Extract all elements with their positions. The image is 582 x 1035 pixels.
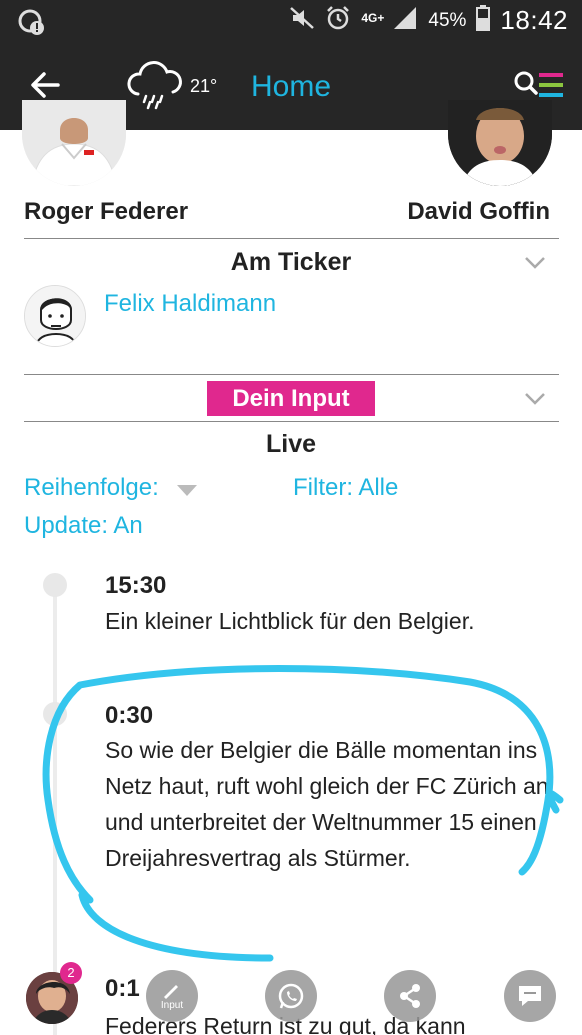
- search-menu-icon[interactable]: [513, 70, 565, 100]
- divider: [24, 238, 559, 239]
- entry-time: 0:1: [105, 975, 140, 1002]
- share-icon: [400, 984, 420, 1008]
- clock: 18:42: [500, 5, 568, 35]
- back-arrow-icon[interactable]: [28, 68, 62, 102]
- edit-icon: [164, 985, 178, 999]
- whatsapp-button[interactable]: [265, 970, 317, 1022]
- timeline-dot: [43, 573, 67, 597]
- alarm-icon: [325, 5, 351, 36]
- notification-badge: 2: [60, 962, 82, 984]
- divider: [24, 421, 559, 422]
- update-toggle[interactable]: Update: An: [24, 512, 143, 540]
- player-left-name: Roger Federer: [24, 198, 189, 225]
- input-button[interactable]: Input: [146, 970, 198, 1022]
- reporter-name[interactable]: Felix Haldimann: [104, 290, 276, 318]
- battery-percent: 45%: [428, 9, 467, 31]
- share-button[interactable]: [384, 970, 436, 1022]
- entry-text: So wie der Belgier die Bälle momentan in…: [105, 737, 549, 871]
- chevron-down-icon[interactable]: [524, 392, 546, 406]
- reporter-avatar[interactable]: [24, 285, 86, 347]
- temperature: 21°: [190, 76, 218, 96]
- rain-cloud-icon[interactable]: [126, 60, 186, 110]
- entry-time: 15:30: [105, 572, 167, 599]
- order-dropdown[interactable]: Reihenfolge:: [24, 474, 159, 502]
- signal-icon: [394, 7, 418, 34]
- dein-input-button[interactable]: Dein Input: [207, 381, 375, 416]
- page-title[interactable]: Home: [251, 70, 331, 104]
- entry-text: Ein kleiner Lichtblick für den Belgier.: [105, 608, 475, 634]
- timeline-line: [53, 585, 57, 1035]
- chevron-down-icon[interactable]: [524, 256, 546, 270]
- chat-bubble-icon: [519, 986, 541, 1006]
- network-type: 4G+: [361, 10, 385, 25]
- player-left-avatar: [22, 100, 126, 186]
- player-right-avatar: [448, 100, 552, 186]
- status-bar: 4G+ 45% 18:42: [0, 0, 582, 44]
- whatsapp-icon: [278, 983, 304, 1009]
- mute-icon: [289, 6, 315, 35]
- input-button-label: Input: [160, 1000, 184, 1011]
- entry-time: 0:30: [105, 702, 154, 729]
- notification-alert-icon: [18, 8, 46, 41]
- timeline-dot: [43, 702, 67, 726]
- sort-down-icon[interactable]: [175, 483, 199, 497]
- filter-dropdown[interactable]: Filter: Alle: [293, 474, 398, 502]
- live-title: Live: [265, 430, 317, 458]
- comments-button[interactable]: [504, 970, 556, 1022]
- ticker-title[interactable]: Am Ticker: [0, 248, 582, 277]
- divider: [24, 374, 559, 375]
- battery-icon: [476, 5, 491, 36]
- player-right-name: David Goffin: [407, 198, 550, 225]
